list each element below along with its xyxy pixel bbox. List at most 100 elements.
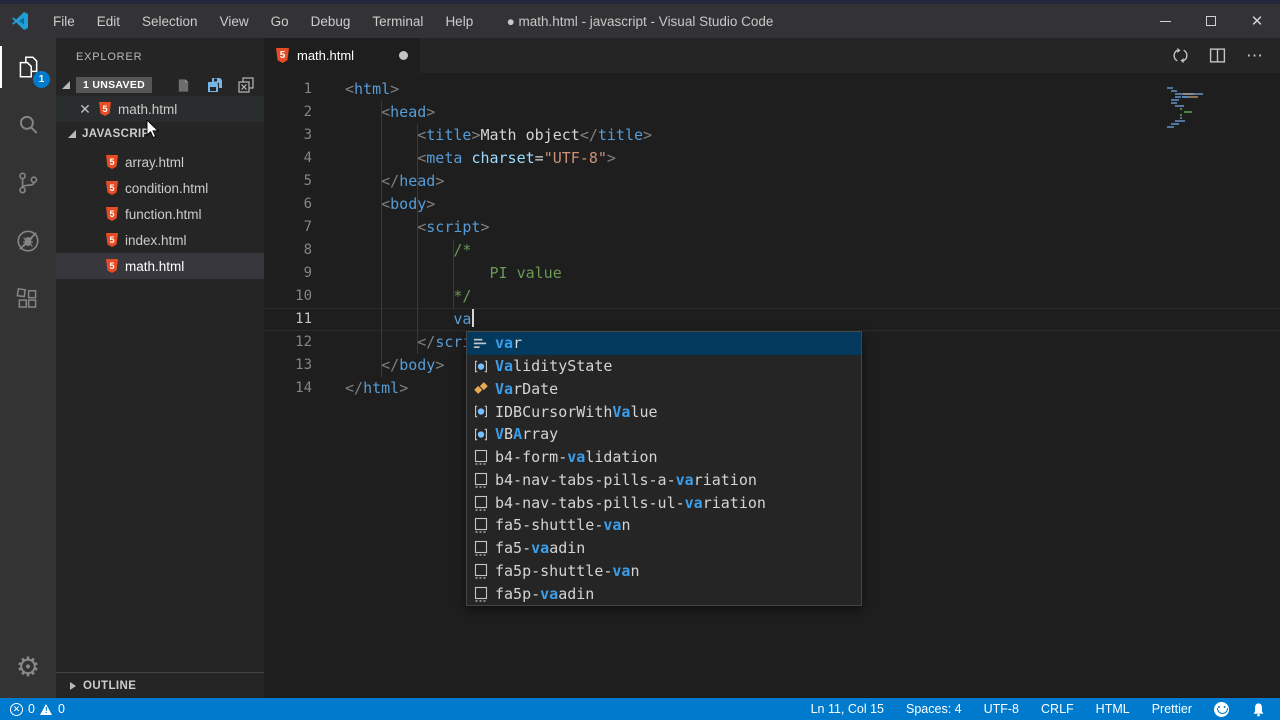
line-content: <body> (381, 195, 436, 213)
vscode-logo-icon (12, 12, 28, 30)
suggest-item-IDBCursorWithValue[interactable]: IDBCursorWithValue (467, 400, 861, 423)
status-cursor-position[interactable]: Ln 11, Col 15 (811, 702, 884, 716)
html-file-icon: 5 (106, 207, 118, 221)
activity-debug[interactable] (0, 212, 56, 270)
status-formatter[interactable]: Prettier (1152, 702, 1192, 716)
suggest-item-ValidityState[interactable]: ValidityState (467, 355, 861, 378)
line-content: <meta charset="UTF-8"> (417, 149, 616, 167)
activity-extensions[interactable] (0, 270, 56, 328)
close-icon: ✕ (1250, 13, 1264, 30)
file-name: index.html (125, 232, 187, 248)
menu-help[interactable]: Help (434, 4, 484, 38)
outline-label: OUTLINE (83, 679, 137, 692)
suggest-label: b4-form-validation (495, 448, 658, 467)
menu-edit[interactable]: Edit (86, 4, 131, 38)
file-item-index.html[interactable]: 5 index.html (56, 227, 264, 253)
suggest-item-fa5p-vaadin[interactable]: fa5p-vaadin (467, 582, 861, 605)
save-all-icon[interactable] (206, 77, 223, 94)
suggest-item-VarDate[interactable]: VarDate (467, 378, 861, 401)
snippet-icon (474, 518, 487, 534)
html-file-icon: 5 (99, 102, 111, 116)
tab-label: math.html (297, 48, 355, 63)
dirty-indicator-icon (399, 51, 408, 60)
open-editor-item-math.html[interactable]: ✕ 5 math.html (56, 96, 264, 122)
problems-button[interactable]: ✕ 0 ! 0 (10, 702, 65, 716)
settings-gear-button[interactable]: ⚙ (0, 642, 56, 692)
indent-guide (453, 239, 454, 309)
suggest-label: VBArray (495, 425, 559, 444)
html-file-icon: 5 (106, 259, 118, 273)
menu-terminal[interactable]: Terminal (361, 4, 434, 38)
line-number: 10 (295, 288, 312, 304)
line-content: </html> (345, 379, 409, 397)
sidebar-title: EXPLORER (76, 51, 143, 63)
file-item-condition.html[interactable]: 5 condition.html (56, 175, 264, 201)
activity-source-control[interactable] (0, 154, 56, 212)
suggest-label: b4-nav-tabs-pills-ul-variation (495, 493, 766, 512)
maximize-button[interactable] (1188, 4, 1234, 38)
suggest-item-fa5-shuttle-van[interactable]: fa5-shuttle-van (467, 514, 861, 537)
status-encoding[interactable]: UTF-8 (984, 702, 1019, 716)
indent-guide (417, 124, 418, 354)
warning-icon: ! (39, 703, 53, 715)
editor-actions: ⋯ (1172, 38, 1280, 73)
html-file-icon: 5 (276, 48, 289, 63)
menu-view[interactable]: View (209, 4, 260, 38)
line-content: <head> (381, 103, 436, 121)
file-item-function.html[interactable]: 5 function.html (56, 201, 264, 227)
html-file-icon: 5 (106, 233, 118, 247)
open-editors-header[interactable]: 1 UNSAVED (56, 74, 264, 96)
line-number: 13 (295, 357, 312, 373)
snippet-icon (474, 472, 487, 488)
suggest-item-b4-form-validation[interactable]: b4-form-validation (467, 446, 861, 469)
suggest-label: b4-nav-tabs-pills-a-variation (495, 470, 757, 489)
tab-math-html[interactable]: 5 math.html (264, 38, 420, 73)
suggest-label: var (495, 334, 523, 353)
field-icon (473, 382, 488, 395)
menu-go[interactable]: Go (260, 4, 300, 38)
more-actions-icon[interactable]: ⋯ (1246, 46, 1264, 66)
split-editor-icon[interactable] (1209, 47, 1226, 64)
file-item-math.html[interactable]: 5 math.html (56, 253, 264, 279)
suggest-item-b4-nav-tabs-pills-ul-variation[interactable]: b4-nav-tabs-pills-ul-variation (467, 491, 861, 514)
suggest-item-fa5p-shuttle-van[interactable]: fa5p-shuttle-van (467, 560, 861, 583)
line-number: 4 (303, 150, 312, 166)
new-untitled-file-icon[interactable] (175, 77, 192, 94)
suggest-item-fa5-vaadin[interactable]: fa5-vaadin (467, 537, 861, 560)
menu-debug[interactable]: Debug (300, 4, 362, 38)
menu-selection[interactable]: Selection (131, 4, 209, 38)
line-number: 14 (295, 380, 312, 396)
minimap[interactable] (1167, 78, 1215, 128)
close-all-editors-icon[interactable] (237, 77, 254, 94)
status-indentation[interactable]: Spaces: 4 (906, 702, 962, 716)
suggest-widget: var ValidityState VarDate IDBCursorWithValu… (466, 331, 862, 606)
line-number: 7 (303, 219, 312, 235)
code-line-2[interactable]: 2 <head> (264, 101, 1280, 124)
suggest-label: fa5p-vaadin (495, 584, 595, 603)
status-language-mode[interactable]: HTML (1096, 702, 1130, 716)
minimize-button[interactable] (1142, 4, 1188, 38)
outline-section-header[interactable]: OUTLINE (56, 672, 264, 698)
activity-explorer[interactable]: 1 (0, 38, 56, 96)
feedback-smiley-icon[interactable] (1214, 701, 1229, 717)
close-button[interactable]: ✕ (1234, 4, 1280, 38)
close-editor-icon[interactable]: ✕ (78, 101, 92, 118)
line-number: 2 (303, 104, 312, 120)
search-icon (19, 115, 38, 134)
code-line-1[interactable]: 1 <html> (264, 78, 1280, 101)
twistie-collapsed-icon (70, 681, 76, 690)
suggest-item-VBArray[interactable]: VBArray (467, 423, 861, 446)
suggest-item-b4-nav-tabs-pills-a-variation[interactable]: b4-nav-tabs-pills-a-variation (467, 469, 861, 492)
suggest-label: fa5-vaadin (495, 539, 586, 558)
activity-search[interactable] (0, 96, 56, 154)
file-item-array.html[interactable]: 5 array.html (56, 149, 264, 175)
suggest-item-var[interactable]: var (467, 332, 861, 355)
menubar: File Edit Selection View Go Debug Terminal Help (42, 4, 484, 38)
notifications-bell-icon[interactable] (1251, 702, 1266, 717)
window-title: ● math.html - javascript - Visual Studio… (506, 13, 774, 29)
menu-file[interactable]: File (42, 4, 86, 38)
sync-icon[interactable] (1172, 47, 1189, 64)
minimize-icon (1159, 20, 1171, 22)
status-end-of-line[interactable]: CRLF (1041, 702, 1074, 716)
twistie-expanded-icon (68, 130, 76, 138)
